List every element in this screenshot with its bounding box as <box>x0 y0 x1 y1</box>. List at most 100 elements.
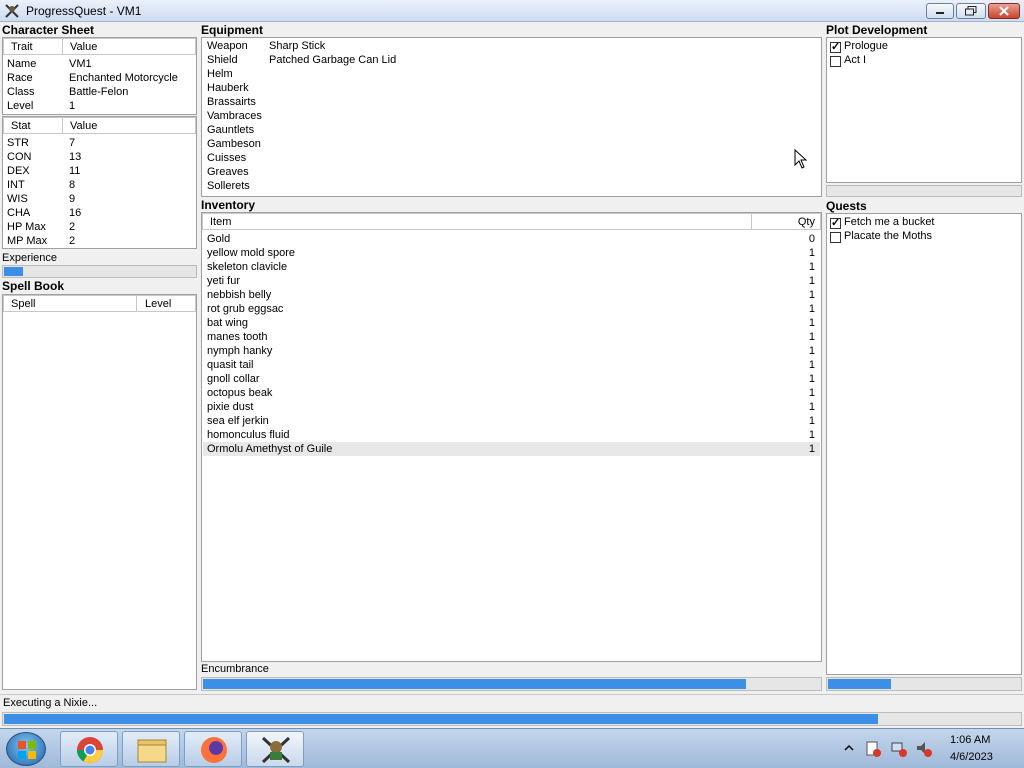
stat-key: MP Max <box>7 235 48 247</box>
stat-column-header[interactable]: Stat <box>11 120 31 132</box>
trait-column-header[interactable]: Trait <box>11 41 33 53</box>
level-column-header[interactable]: Level <box>145 298 171 310</box>
trait-key: Level <box>7 100 34 112</box>
trait-value: VM1 <box>69 58 92 70</box>
quest-label: Fetch me a bucket <box>844 216 935 228</box>
equipment-slot: Vambraces <box>207 110 262 122</box>
inventory-item-name: skeleton clavicle <box>207 261 288 273</box>
inventory-item-qty: 1 <box>808 429 815 441</box>
value-column-header[interactable]: Value <box>70 41 97 53</box>
title-bar: ProgressQuest - VM1 <box>0 0 1024 22</box>
equipment-slot: Shield <box>207 54 238 66</box>
minimize-icon <box>936 12 944 14</box>
equipment-slot: Helm <box>207 68 233 80</box>
task-progress-fill <box>4 714 878 724</box>
plot-list[interactable]: Prologue Act I <box>826 37 1022 183</box>
spell-column-header[interactable]: Spell <box>11 298 35 310</box>
experience-label: Experience <box>2 252 58 264</box>
encumbrance-bar-fill <box>203 679 746 689</box>
stat-key: INT <box>7 179 25 191</box>
app-icon <box>5 4 19 18</box>
plot-checkbox[interactable] <box>830 40 841 53</box>
stats-list[interactable]: Stat Value STR 7 CON 13 DEX 11 INT 8 WIS… <box>2 116 197 249</box>
encumbrance-bar <box>201 677 822 691</box>
equipment-slot: Cuisses <box>207 152 247 164</box>
stat-key: CHA <box>7 207 31 219</box>
inventory-item-qty: 0 <box>808 233 815 245</box>
quest-checkbox[interactable] <box>830 216 841 229</box>
action-center-icon[interactable] <box>864 740 882 758</box>
stats-header: Stat Value <box>3 117 196 134</box>
stat-value-column-header[interactable]: Value <box>70 120 97 132</box>
inventory-item-name: yellow mold spore <box>207 247 296 259</box>
taskbar-chrome[interactable] <box>60 731 118 767</box>
quest-checkbox[interactable] <box>830 232 841 243</box>
inventory-item-qty: 1 <box>808 317 815 329</box>
equipment-item: Patched Garbage Can Lid <box>269 54 397 66</box>
clock-time[interactable]: 1:06 AM <box>950 734 990 746</box>
encumbrance-label: Encumbrance <box>201 663 269 675</box>
inventory-item-qty: 1 <box>808 303 815 315</box>
item-column-header[interactable]: Item <box>210 216 231 228</box>
inventory-item-qty: 1 <box>808 359 815 371</box>
stat-value: 8 <box>69 179 76 191</box>
status-text: Executing a Nixie... <box>3 697 98 709</box>
inventory-item-name: pixie dust <box>207 401 254 413</box>
experience-bar-fill <box>4 267 24 276</box>
network-icon[interactable] <box>890 740 908 758</box>
inventory-item-name: quasit tail <box>207 359 254 371</box>
chrome-icon <box>76 737 104 764</box>
stat-key: CON <box>7 151 32 163</box>
window-title: ProgressQuest - VM1 <box>26 4 142 18</box>
close-icon <box>999 6 1009 16</box>
stat-value: 9 <box>69 193 76 205</box>
column-separator[interactable] <box>62 39 63 54</box>
inventory-item-qty: 1 <box>808 331 815 343</box>
trait-key: Race <box>7 72 33 84</box>
inventory-item-name: nymph hanky <box>207 345 273 357</box>
equipment-slot: Gambeson <box>207 138 261 150</box>
stat-key: DEX <box>7 165 30 177</box>
clock-date[interactable]: 4/6/2023 <box>950 751 993 763</box>
column-separator[interactable] <box>136 296 137 311</box>
windows-logo-icon <box>18 741 36 759</box>
equipment-list[interactable]: Weapon Sharp Stick Shield Patched Garbag… <box>201 37 822 197</box>
start-button[interactable] <box>6 732 46 766</box>
trait-key: Class <box>7 86 35 98</box>
close-button[interactable] <box>988 3 1020 19</box>
inventory-item-qty: 1 <box>808 275 815 287</box>
inventory-header: Item Qty <box>202 213 821 230</box>
show-hidden-icons-icon[interactable] <box>844 743 854 753</box>
stat-key: WIS <box>7 193 28 205</box>
stat-value: 2 <box>69 235 76 247</box>
taskbar-firefox[interactable] <box>184 731 242 767</box>
equipment-title: Equipment <box>201 23 263 37</box>
equipment-slot: Weapon <box>207 40 248 52</box>
plot-act-label: Act I <box>844 54 867 66</box>
traits-list[interactable]: Trait Value Name VM1 Race Enchanted Moto… <box>2 37 197 115</box>
trait-value: 1 <box>69 100 76 112</box>
folder-icon <box>137 739 167 763</box>
volume-icon[interactable] <box>915 740 933 758</box>
plot-checkbox[interactable] <box>830 56 841 67</box>
inventory-item-name: rot grub eggsac <box>207 303 284 315</box>
column-separator[interactable] <box>751 214 752 229</box>
taskbar-progressquest[interactable] <box>246 731 304 767</box>
qty-column-header[interactable]: Qty <box>798 216 815 228</box>
equipment-item: Sharp Stick <box>269 40 326 52</box>
experience-bar <box>2 265 197 278</box>
equipment-slot: Greaves <box>207 166 249 178</box>
minimize-button[interactable] <box>926 3 954 19</box>
maximize-button[interactable] <box>956 3 986 19</box>
spell-list[interactable]: Spell Level <box>2 294 197 690</box>
column-separator[interactable] <box>62 118 63 133</box>
stat-value: 7 <box>69 137 76 149</box>
taskbar-explorer[interactable] <box>122 731 180 767</box>
inventory-item-name: sea elf jerkin <box>207 415 269 427</box>
plot-progress-bar <box>826 185 1022 197</box>
mouse-cursor-icon <box>794 149 808 169</box>
quest-list[interactable]: Fetch me a bucket Placate the Moths <box>826 213 1022 675</box>
inventory-list[interactable]: Item Qty Gold 0 yellow mold spore 1 skel… <box>201 212 822 662</box>
inventory-item-name: bat wing <box>207 317 248 329</box>
inventory-item-qty: 1 <box>808 415 815 427</box>
